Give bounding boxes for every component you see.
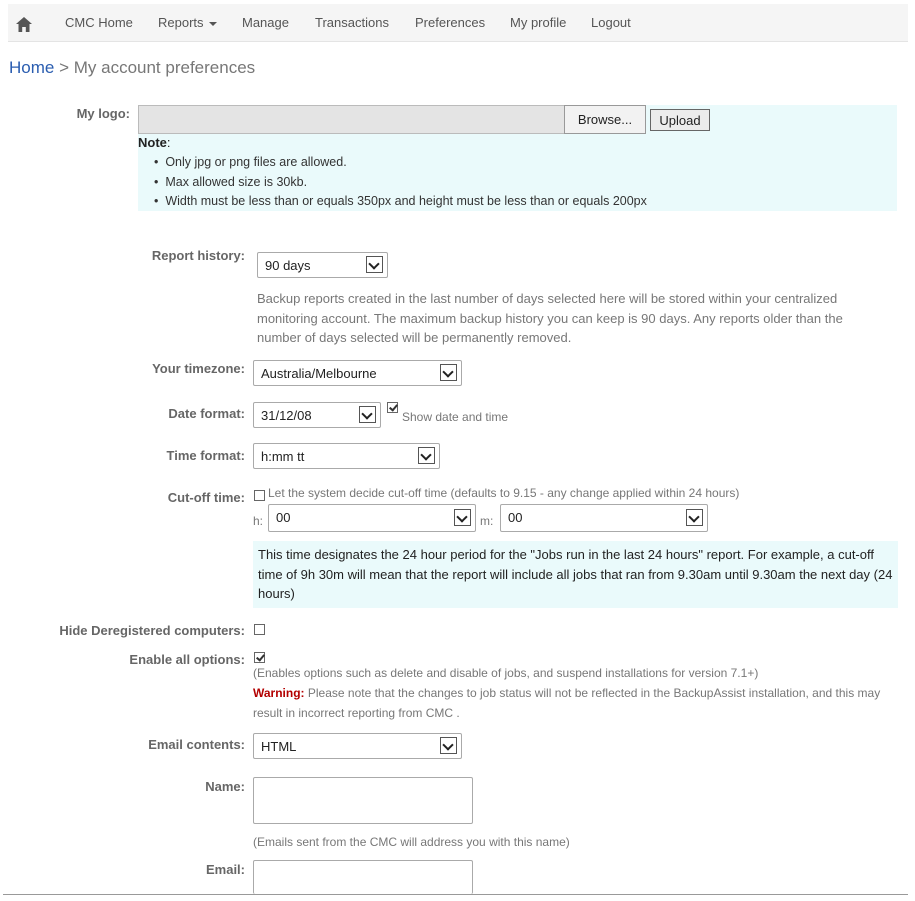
nav-reports[interactable]: Reports bbox=[158, 4, 217, 41]
show-date-time-label: Show date and time bbox=[402, 410, 509, 424]
cutoff-minute-value: 00 bbox=[508, 510, 523, 525]
cutoff-hour-select[interactable]: 00 bbox=[268, 504, 476, 532]
cutoff-auto-checkbox[interactable] bbox=[254, 490, 265, 501]
report-history-help: Backup reports created in the last numbe… bbox=[257, 291, 843, 345]
nav-preferences[interactable]: Preferences bbox=[415, 4, 485, 41]
warning-text: Please note that the changes to job stat… bbox=[253, 686, 881, 720]
cutoff-auto-label: Let the system decide cut-off time (defa… bbox=[268, 486, 740, 500]
report-history-select[interactable]: 90 days bbox=[257, 252, 388, 278]
cutoff-info-text: This time designates the 24 hour period … bbox=[258, 547, 893, 601]
logo-file-path-input[interactable] bbox=[138, 105, 565, 134]
browse-button[interactable]: Browse... bbox=[564, 105, 646, 134]
cutoff-hour-label: h: bbox=[253, 514, 264, 528]
hide-deregistered-label: Hide Deregistered computers: bbox=[59, 623, 245, 638]
show-date-time-checkbox[interactable] bbox=[387, 402, 398, 413]
chevron-down-icon bbox=[454, 509, 471, 526]
home-icon[interactable] bbox=[16, 5, 32, 42]
chevron-down-icon bbox=[366, 256, 383, 273]
cutoff-hour-value: 00 bbox=[276, 510, 291, 525]
breadcrumb-home-link[interactable]: Home bbox=[9, 58, 54, 77]
note-colon: : bbox=[166, 135, 171, 150]
chevron-down-icon bbox=[440, 364, 457, 381]
enable-all-checkbox[interactable] bbox=[254, 652, 265, 663]
timezone-select[interactable]: Australia/Melbourne bbox=[253, 360, 462, 386]
email-label: Email: bbox=[205, 862, 245, 877]
report-history-value: 90 days bbox=[265, 258, 311, 273]
breadcrumb-current: My account preferences bbox=[73, 58, 256, 77]
email-input[interactable] bbox=[253, 860, 473, 894]
cutoff-minute-select[interactable]: 00 bbox=[500, 504, 708, 532]
caret-down-icon bbox=[208, 21, 217, 26]
nav-logout[interactable]: Logout bbox=[591, 4, 631, 41]
date-format-label: Date format: bbox=[168, 406, 245, 421]
logo-note: Note: bbox=[138, 135, 171, 150]
nav-transactions[interactable]: Transactions bbox=[315, 4, 389, 41]
hide-deregistered-checkbox[interactable] bbox=[254, 624, 265, 635]
cutoff-minute-label: m: bbox=[480, 514, 494, 528]
top-navbar: CMC Home Reports Manage Transactions Pre… bbox=[8, 4, 908, 42]
report-history-label: Report history: bbox=[151, 248, 245, 263]
email-contents-select[interactable]: HTML bbox=[253, 733, 462, 759]
upload-button[interactable]: Upload bbox=[650, 109, 710, 131]
chevron-down-icon bbox=[418, 447, 435, 464]
nav-cmc-home[interactable]: CMC Home bbox=[65, 4, 133, 41]
cutoff-label: Cut-off time: bbox=[167, 490, 245, 505]
nav-reports-label: Reports bbox=[158, 15, 204, 30]
note-title: Note bbox=[138, 135, 167, 150]
breadcrumb-separator: > bbox=[54, 58, 74, 77]
name-input[interactable] bbox=[253, 777, 473, 824]
name-label: Name: bbox=[205, 779, 245, 794]
time-format-select[interactable]: h:mm tt bbox=[253, 443, 440, 469]
enable-all-warning: Warning: Please note that the changes to… bbox=[253, 684, 893, 723]
email-contents-label: Email contents: bbox=[148, 737, 245, 752]
enable-all-help: (Enables options such as delete and disa… bbox=[253, 666, 759, 680]
list-item: • Max allowed size is 30kb. bbox=[154, 174, 308, 189]
timezone-value: Australia/Melbourne bbox=[261, 366, 377, 381]
chevron-down-icon bbox=[359, 406, 376, 423]
nav-manage[interactable]: Manage bbox=[242, 4, 289, 41]
chevron-down-icon bbox=[440, 737, 457, 754]
email-contents-value: HTML bbox=[261, 739, 297, 754]
time-format-value: h:mm tt bbox=[261, 449, 305, 464]
my-logo-label: My logo: bbox=[76, 106, 130, 121]
bottom-divider bbox=[3, 894, 908, 895]
date-format-select[interactable]: 31/12/08 bbox=[253, 402, 381, 428]
name-help: (Emails sent from the CMC will address y… bbox=[253, 835, 570, 849]
cutoff-info-panel: This time designates the 24 hour period … bbox=[253, 541, 898, 608]
warning-label: Warning: bbox=[253, 686, 305, 700]
list-item: • Only jpg or png files are allowed. bbox=[154, 155, 347, 169]
logo-notes-list: • Only jpg or png files are allowed. • M… bbox=[154, 153, 647, 212]
breadcrumb: Home > My account preferences bbox=[9, 58, 255, 78]
date-format-value: 31/12/08 bbox=[261, 408, 312, 423]
nav-my-profile[interactable]: My profile bbox=[510, 4, 566, 41]
enable-all-label: Enable all options: bbox=[129, 652, 245, 667]
timezone-label: Your timezone: bbox=[152, 361, 245, 376]
chevron-down-icon bbox=[686, 509, 703, 526]
list-item: • Width must be less than or equals 350p… bbox=[154, 194, 647, 208]
time-format-label: Time format: bbox=[166, 448, 246, 463]
